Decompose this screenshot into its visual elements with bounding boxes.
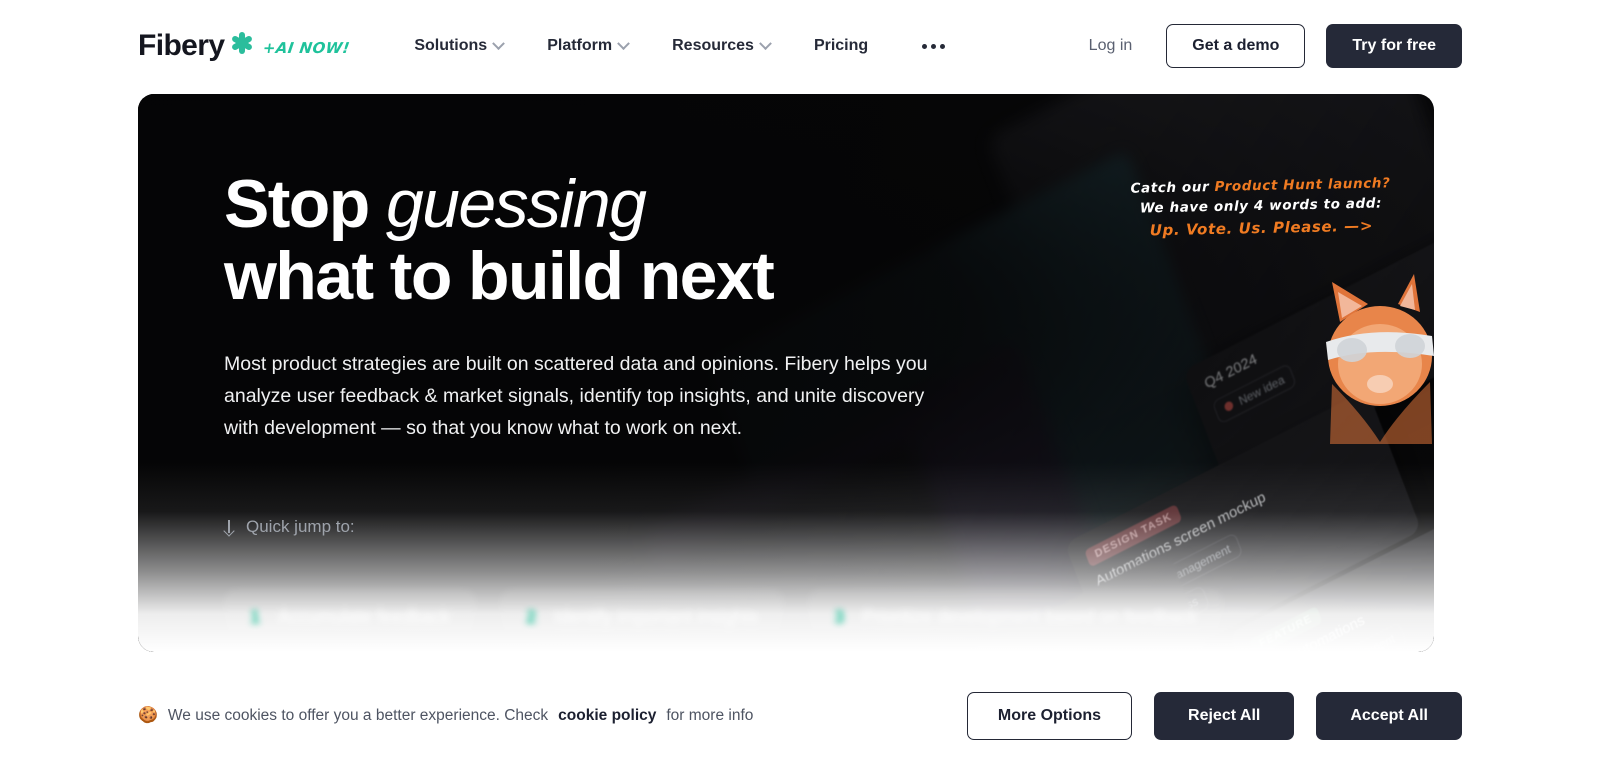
nav-item-solutions[interactable]: Solutions: [392, 36, 525, 55]
quick-jump-number: 2: [526, 607, 537, 627]
quick-jump-cards: 1 Accumulate feedback 2 Identify importa…: [224, 589, 1224, 652]
quick-jump-label-text: Identify important insights: [554, 607, 759, 627]
nav-item-resources[interactable]: Resources: [650, 36, 792, 55]
reject-all-button[interactable]: Reject All: [1154, 692, 1295, 740]
login-link[interactable]: Log in: [1055, 37, 1167, 55]
get-a-demo-button[interactable]: Get a demo: [1166, 24, 1306, 68]
try-for-free-button[interactable]: Try for free: [1326, 24, 1462, 68]
promo-line-1-plain: Catch our: [1130, 178, 1215, 197]
accept-all-button[interactable]: Accept All: [1316, 692, 1462, 740]
nav-item-platform[interactable]: Platform: [525, 36, 650, 55]
headline-line-2: what to build next: [224, 238, 775, 315]
nav-item-label: Pricing: [813, 37, 869, 54]
product-hunt-promo[interactable]: Catch our Product Hunt launch? We have o…: [1130, 173, 1391, 241]
quick-jump-label-row: Quick jump to:: [224, 517, 355, 537]
primary-nav-links: Solutions Platform Resources Pricing: [392, 36, 967, 55]
quick-jump-label: Quick jump to:: [246, 517, 355, 536]
cookie-message: 🍪 We use cookies to offer you a better e…: [138, 707, 753, 725]
cookie-consent-bar: 🍪 We use cookies to offer you a better e…: [0, 652, 1600, 780]
quick-jump-label-text: Accumulate feedback: [278, 607, 451, 627]
quick-jump-card-2[interactable]: 2 Identify important insights: [500, 589, 785, 652]
more-menu-icon[interactable]: [900, 43, 967, 49]
chevron-down-icon: [617, 36, 630, 50]
logo[interactable]: Fibery +AI NOW!: [138, 29, 352, 62]
nav-item-label: Solutions: [414, 37, 488, 54]
nav-item-label: Platform: [547, 37, 613, 54]
arrow-down-icon: [224, 520, 234, 534]
more-options-button[interactable]: More Options: [966, 692, 1133, 740]
chevron-down-icon: [759, 36, 772, 50]
quick-jump-card-3[interactable]: 3 Prioritize development based on feedba…: [808, 589, 1224, 652]
promo-line-1-highlight: Product Hunt launch?: [1214, 175, 1391, 195]
cookie-text-before: We use cookies to offer you a better exp…: [167, 707, 549, 724]
hero-paragraph: Most product strategies are built on sca…: [224, 353, 928, 439]
headline-italic: guessing: [385, 166, 647, 242]
quick-jump-number: 3: [834, 607, 845, 627]
nav-item-label: Resources: [672, 37, 754, 54]
quick-jump-card-1[interactable]: 1 Accumulate feedback: [224, 589, 477, 652]
logo-text: Fibery: [138, 29, 225, 62]
cat-mascot-icon: [1326, 274, 1434, 444]
top-navigation-bar: Fibery +AI NOW! Solutions Platform Resou…: [0, 0, 1600, 92]
chevron-down-icon: [492, 36, 506, 50]
cookie-text-after: for more info: [666, 707, 754, 724]
ai-now-badge: +AI NOW!: [262, 39, 352, 57]
headline-part-1: Stop: [224, 166, 386, 242]
quick-jump-label-text: Prioritize development based on feedback: [862, 607, 1198, 627]
nav-item-pricing[interactable]: Pricing: [792, 37, 890, 55]
cookie-buttons: More Options Reject All Accept All: [966, 692, 1462, 740]
asterisk-logo-icon: [231, 32, 254, 54]
hero-copy: Stop guessing what to build next Most pr…: [224, 168, 1014, 445]
hero-section: Q4 2024 New idea DESIGN TASK Automations…: [138, 94, 1434, 652]
cookie-policy-link[interactable]: cookie policy: [558, 707, 656, 725]
cookie-icon: 🍪: [138, 707, 158, 724]
page-title: Stop guessing what to build next: [224, 168, 1014, 312]
nav-actions: Log in Get a demo Try for free: [1055, 24, 1462, 68]
quick-jump-number: 1: [250, 607, 261, 627]
